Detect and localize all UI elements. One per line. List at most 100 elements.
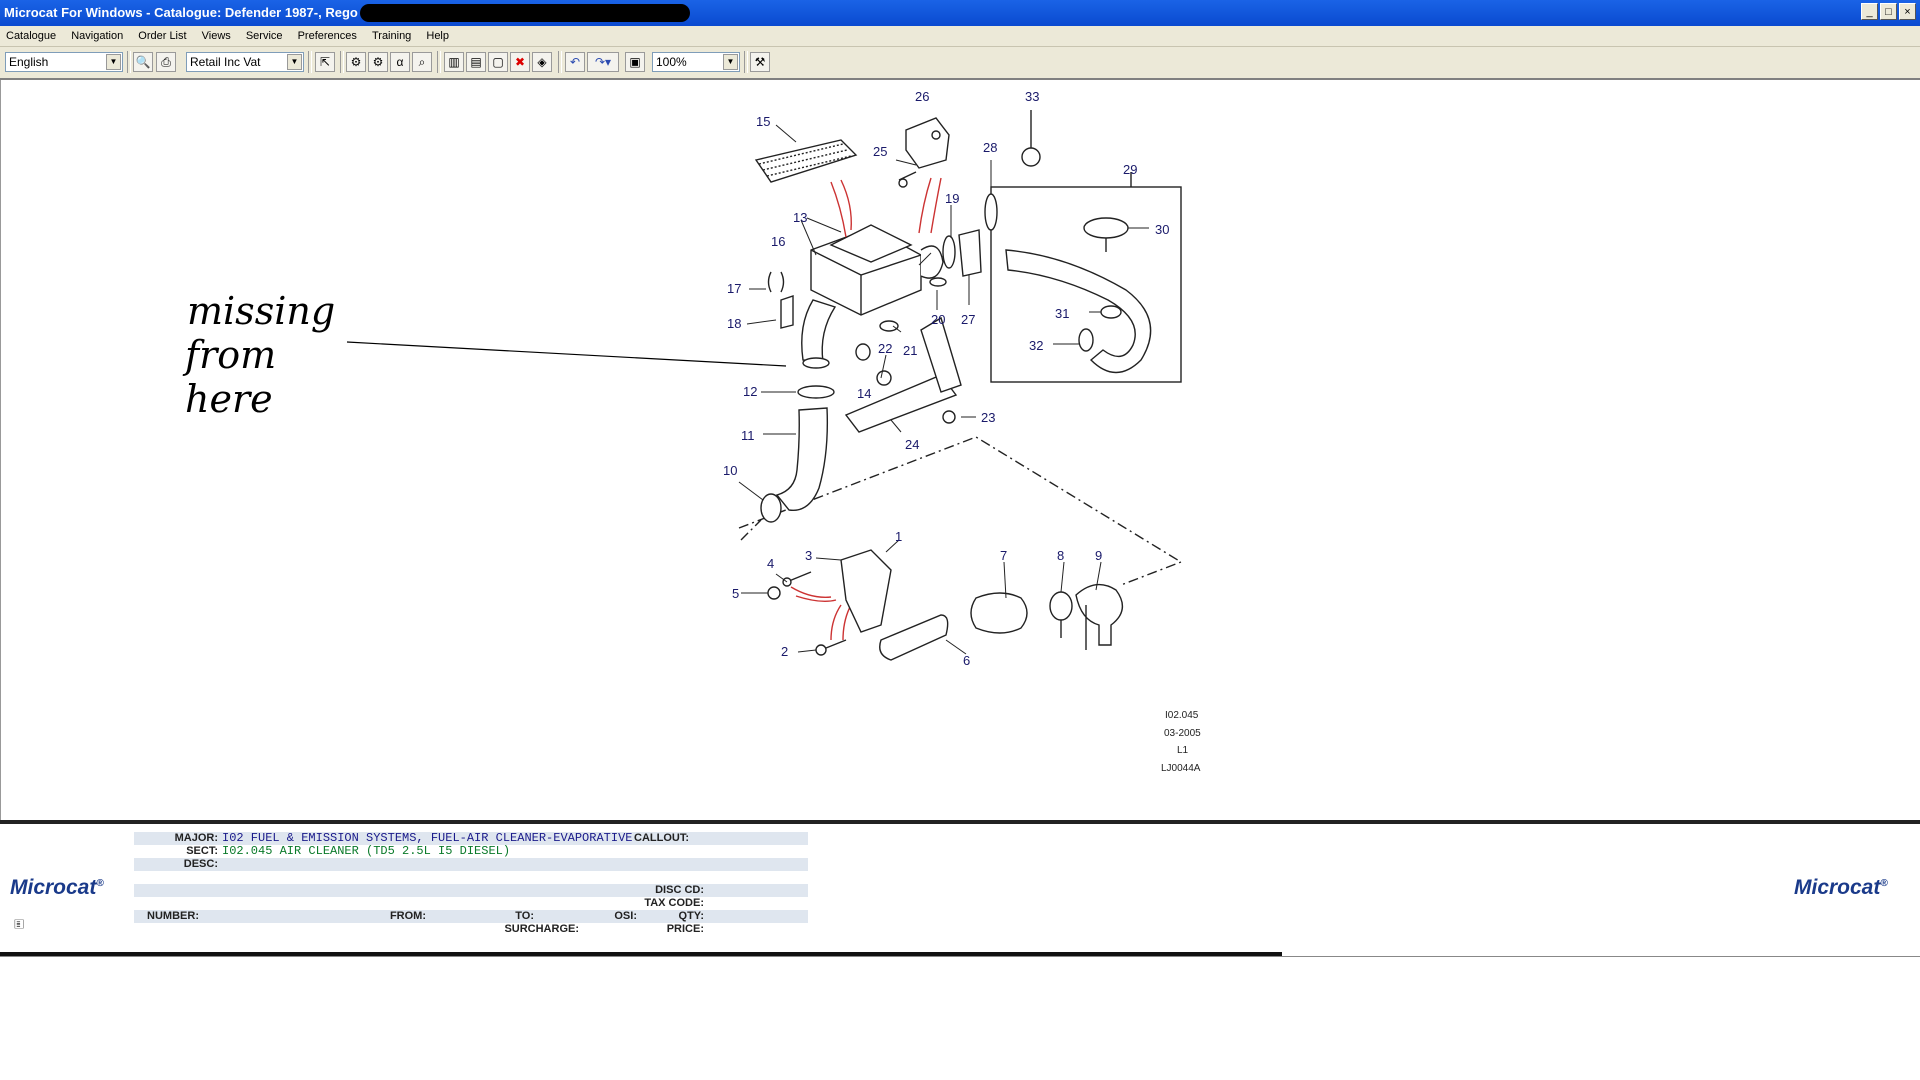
callout-26: 26 <box>915 89 929 104</box>
parts-diagram: 15 26 33 25 28 29 19 13 16 30 17 18 20 2… <box>182 89 1201 774</box>
mass-air-flow-sensor <box>905 117 950 169</box>
language-select[interactable]: English ▼ <box>5 52 123 72</box>
desc-label: DESC: <box>183 858 218 870</box>
menu-preferences[interactable]: Preferences <box>292 26 363 46</box>
major-label: MAJOR: <box>174 832 218 844</box>
diagram-code: LJ0044A <box>1161 763 1201 774</box>
split-icon[interactable]: ▥ <box>444 52 464 72</box>
alpha-search-icon[interactable]: α <box>390 52 410 72</box>
chevron-down-icon[interactable]: ▼ <box>723 54 738 70</box>
order-icon[interactable]: ⚙ <box>368 52 388 72</box>
toolbar-separator <box>437 51 441 73</box>
osi-label: OSI: <box>614 910 637 922</box>
air-cleaner-housing <box>801 224 944 369</box>
parts-icon[interactable]: ⚙ <box>346 52 366 72</box>
zoom-select[interactable]: 100% ▼ <box>652 52 740 72</box>
diagram-meta: I02.045 03-2005 L1 LJ0044A <box>1161 710 1201 774</box>
toolbar-separator <box>558 51 562 73</box>
title-bar: Microcat For Windows - Catalogue: Defend… <box>0 0 1920 26</box>
display-icon[interactable]: ▢ <box>488 52 508 72</box>
callout-11: 11 <box>741 428 755 443</box>
hose-clamp <box>1049 591 1073 638</box>
to-label: TO: <box>515 910 534 922</box>
callout-label: CALLOUT: <box>634 832 689 844</box>
callout-5: 5 <box>732 586 739 601</box>
callout-19: 19 <box>945 191 959 206</box>
grommet <box>879 320 899 332</box>
menu-training[interactable]: Training <box>366 26 417 46</box>
callout-15: 15 <box>756 114 770 129</box>
bolt <box>782 571 812 587</box>
row-surcharge <box>134 923 808 936</box>
callout-2: 2 <box>781 644 788 659</box>
menu-navigation[interactable]: Navigation <box>65 26 129 46</box>
undo-icon[interactable]: ↶ <box>565 52 585 72</box>
notes-icon[interactable]: ▣ <box>625 52 645 72</box>
callout-10: 10 <box>723 463 737 478</box>
nut <box>942 410 956 424</box>
callout-25: 25 <box>873 144 887 159</box>
chevron-down-icon[interactable]: ▼ <box>106 54 121 70</box>
redo-icon[interactable]: ↷▾ <box>587 52 619 72</box>
close-red-icon[interactable]: ✖ <box>510 52 530 72</box>
notes-icon[interactable]: 🗉 <box>14 914 24 938</box>
search-icon[interactable]: ⌕ <box>412 52 432 72</box>
print-preview-icon[interactable]: 🔍 <box>133 52 153 72</box>
language-value: English <box>9 55 49 69</box>
menu-order-list[interactable]: Order List <box>132 26 192 46</box>
callout-6: 6 <box>963 653 970 668</box>
intake-duct <box>970 592 1028 634</box>
menu-help[interactable]: Help <box>420 26 455 46</box>
diagram-level: L1 <box>1177 745 1189 756</box>
minimize-button[interactable]: _ <box>1861 3 1878 20</box>
menu-bar: Catalogue Navigation Order List Views Se… <box>0 26 1920 47</box>
illustration-canvas[interactable]: 15 26 33 25 28 29 19 13 16 30 17 18 20 2… <box>0 80 1920 820</box>
close-button[interactable]: × <box>1899 3 1916 20</box>
hose-clamp <box>760 493 782 523</box>
callout-1: 1 <box>895 529 902 544</box>
row-disc <box>134 884 808 897</box>
window-controls: _ □ × <box>1861 3 1916 20</box>
annotation-pointer-line <box>346 341 787 367</box>
info-panel-border <box>0 820 1920 824</box>
zoom-value: 100% <box>656 55 687 69</box>
print-icon[interactable]: ⎙ <box>156 52 176 72</box>
qty-label: QTY: <box>678 910 704 922</box>
menu-views[interactable]: Views <box>196 26 237 46</box>
air-filter-element <box>754 139 858 183</box>
callout-22: 22 <box>878 341 892 356</box>
maximize-button[interactable]: □ <box>1880 3 1897 20</box>
callout-13: 13 <box>793 210 807 225</box>
row-tax <box>134 897 808 910</box>
chevron-down-icon[interactable]: ▼ <box>287 54 302 70</box>
split-alt-icon[interactable]: ▤ <box>466 52 486 72</box>
select-icon[interactable]: ⇱ <box>315 52 335 72</box>
microcat-logo-left: Microcat® <box>10 876 104 899</box>
tools-icon[interactable]: ⚒ <box>750 52 770 72</box>
book-icon[interactable]: ◈ <box>532 52 552 72</box>
callout-7: 7 <box>1000 548 1007 563</box>
row-blank <box>134 871 808 884</box>
callout-31: 31 <box>1055 306 1069 321</box>
callout-29: 29 <box>1123 162 1137 177</box>
callout-12: 12 <box>743 384 757 399</box>
screw <box>898 171 917 188</box>
clip <box>984 193 998 231</box>
handwritten-annotation: missing from here <box>182 289 335 421</box>
price-type-select[interactable]: Retail Inc Vat ▼ <box>186 52 304 72</box>
connector-hose <box>879 614 949 661</box>
callout-4: 4 <box>767 556 774 571</box>
callout-32: 32 <box>1029 338 1043 353</box>
part-detail-grid: MAJOR: I02 FUEL & EMISSION SYSTEMS, FUEL… <box>134 831 808 946</box>
hose-clip <box>1021 110 1041 167</box>
sect-value: I02.045 AIR CLEANER (TD5 2.5L I5 DIESEL) <box>222 844 511 858</box>
callout-8: 8 <box>1057 548 1064 563</box>
hose-clip <box>1078 328 1094 352</box>
number-label: NUMBER: <box>147 910 199 922</box>
menu-catalogue[interactable]: Catalogue <box>0 26 62 46</box>
menu-service[interactable]: Service <box>240 26 289 46</box>
mounting-rubber <box>855 343 871 361</box>
duct-connector <box>958 229 982 277</box>
redaction-scribble <box>360 4 690 22</box>
hose-clamp <box>797 385 835 399</box>
